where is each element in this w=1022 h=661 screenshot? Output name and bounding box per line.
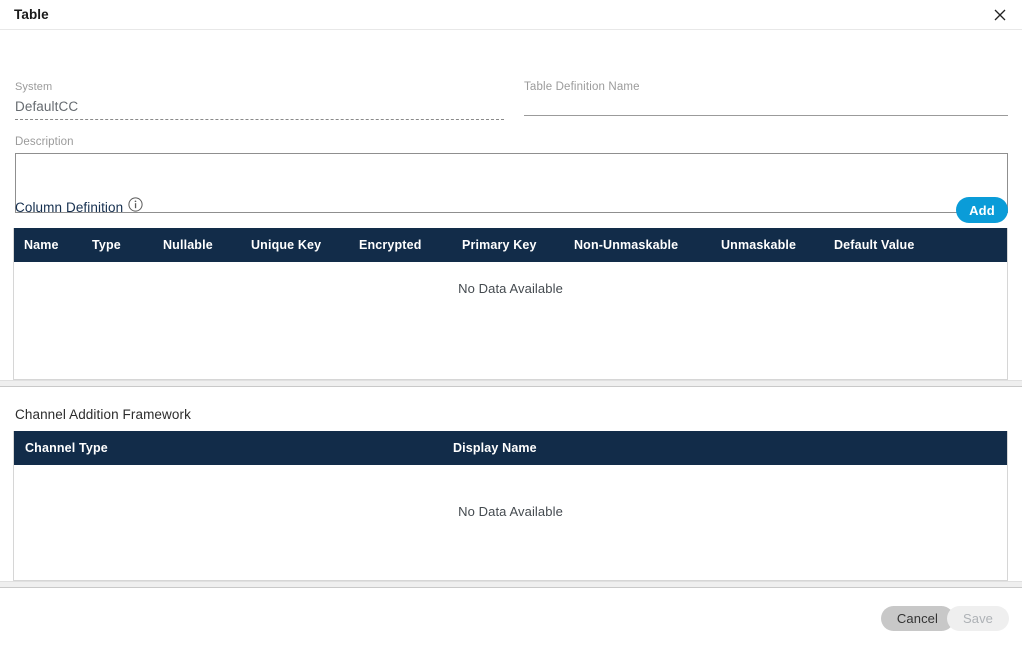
column-header-nullable[interactable]: Nullable [163, 238, 251, 252]
column-header-non-unmaskable[interactable]: Non-Unmaskable [574, 238, 721, 252]
table-definition-name-field: Table Definition Name [524, 80, 1008, 116]
column-header-unique-key[interactable]: Unique Key [251, 238, 359, 252]
description-label: Description [15, 136, 74, 148]
column-header-encrypted[interactable]: Encrypted [359, 238, 462, 252]
channel-framework-table: Channel Type Display Name No Data Availa… [0, 431, 1022, 588]
channel-framework-header: Channel Addition Framework [0, 400, 1022, 431]
column-definition-table: Name Type Nullable Unique Key Encrypted … [0, 228, 1022, 387]
channel-framework-table-wrap: Channel Type Display Name No Data Availa… [13, 431, 1008, 581]
info-icon[interactable] [128, 197, 143, 212]
system-value: DefaultCC [15, 99, 79, 114]
save-button: Save [946, 606, 1009, 631]
system-label: System [15, 81, 53, 93]
table-definition-name-input-area[interactable] [524, 94, 1008, 115]
channel-framework-heading: Channel Addition Framework [15, 407, 191, 422]
channel-framework-table-header: Channel Type Display Name [14, 431, 1007, 465]
table-definition-name-label: Table Definition Name [524, 81, 640, 93]
column-header-display-name[interactable]: Display Name [453, 441, 653, 455]
cancel-button[interactable]: Cancel [880, 606, 954, 631]
table-definition-name-underline [524, 115, 1008, 116]
column-definition-heading-group: Column Definition [15, 197, 143, 215]
channel-framework-table-body: No Data Available [14, 465, 1007, 580]
close-button[interactable] [986, 2, 1014, 28]
column-header-channel-type[interactable]: Channel Type [25, 441, 453, 455]
close-icon [994, 9, 1006, 21]
system-field: System DefaultCC [15, 80, 504, 120]
column-definition-table-wrap: Name Type Nullable Unique Key Encrypted … [13, 228, 1008, 380]
column-definition-table-header: Name Type Nullable Unique Key Encrypted … [14, 228, 1007, 262]
column-definition-empty-message: No Data Available [458, 281, 563, 296]
add-column-button[interactable]: Add [956, 197, 1008, 223]
table-form: System DefaultCC Table Definition Name D… [0, 30, 1022, 213]
dialog-titlebar: Table [0, 0, 1022, 30]
column-definition-table-body: No Data Available [14, 262, 1007, 379]
system-underline [15, 119, 504, 120]
table-definition-name-input[interactable] [524, 94, 1008, 114]
dialog-title: Table [14, 7, 49, 22]
column-header-default-value[interactable]: Default Value [834, 238, 944, 252]
column-definition-header: Column Definition Add [0, 192, 1022, 228]
channel-framework-empty-message: No Data Available [458, 504, 563, 519]
column-header-name[interactable]: Name [24, 238, 92, 252]
column-header-primary-key[interactable]: Primary Key [462, 238, 574, 252]
column-header-unmaskable[interactable]: Unmaskable [721, 238, 834, 252]
column-definition-heading: Column Definition [15, 200, 124, 215]
channel-framework-horizontal-scrollbar[interactable] [0, 581, 1022, 588]
dialog-footer: Cancel Save [0, 588, 1022, 640]
column-definition-horizontal-scrollbar[interactable] [0, 380, 1022, 387]
column-header-type[interactable]: Type [92, 238, 163, 252]
